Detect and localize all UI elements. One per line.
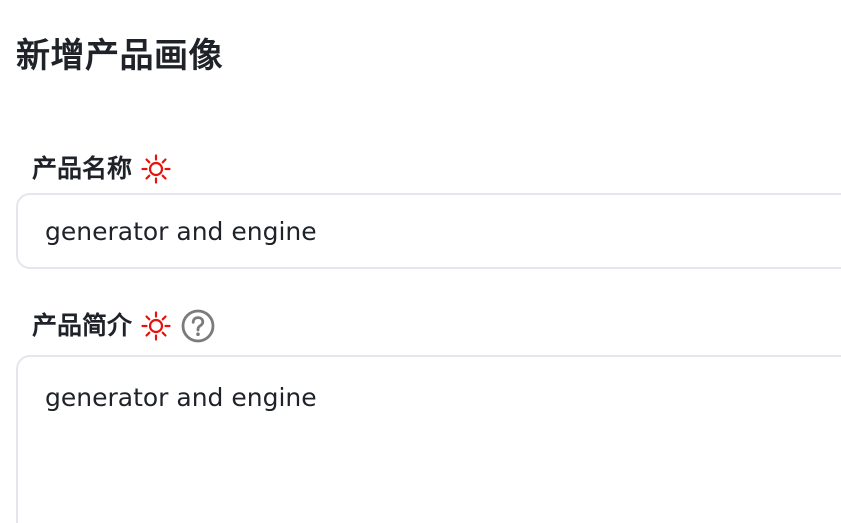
product-description-label: 产品简介 (32, 309, 216, 343)
question-circle-icon[interactable] (180, 308, 216, 344)
product-name-label-text: 产品名称 (32, 154, 133, 183)
page-title: 新增产品画像 (16, 36, 223, 76)
product-name-label: 产品名称 (32, 152, 172, 186)
product-description-label-text: 产品简介 (32, 311, 133, 340)
product-description-textarea[interactable]: generator and engine (16, 355, 841, 523)
product-profile-form-page: 新增产品画像 产品名称 产品简介 (0, 0, 841, 523)
product-name-input[interactable] (16, 193, 841, 269)
required-sun-icon (140, 310, 172, 342)
required-sun-icon (140, 153, 172, 185)
